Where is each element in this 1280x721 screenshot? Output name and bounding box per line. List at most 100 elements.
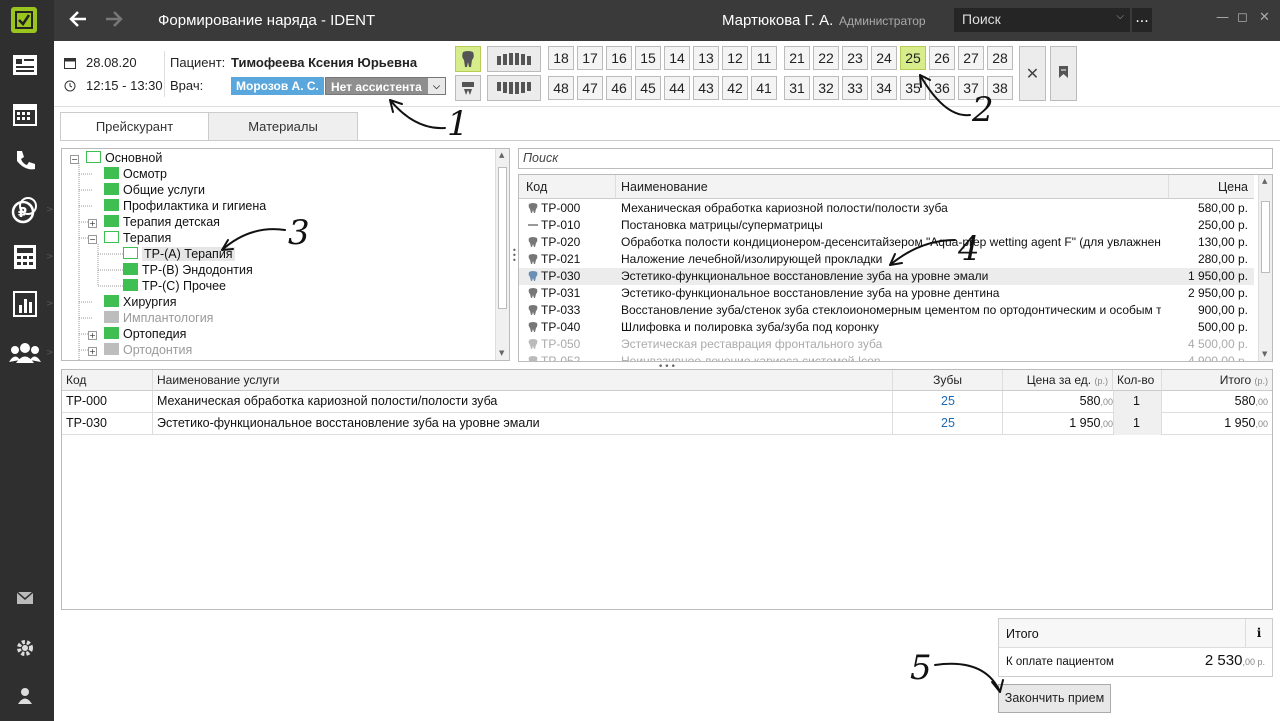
search-more-button[interactable]: ... (1132, 8, 1152, 32)
price-search-input[interactable]: Поиск (518, 148, 1273, 169)
table-row[interactable]: ТР-000 Механическая обработка кариозной п… (519, 200, 1254, 217)
nav-reports-icon[interactable]: > (8, 287, 54, 321)
tooth-17-button[interactable]: 17 (577, 46, 603, 70)
finish-visit-button[interactable]: Закончить прием (998, 684, 1111, 713)
table-row[interactable]: ТР-030 Эстетико-функциональное восстановл… (519, 268, 1254, 285)
lower-jaw-button[interactable] (487, 75, 541, 101)
tooth-46-button[interactable]: 46 (606, 76, 632, 100)
nav-calculator-icon[interactable]: > (8, 240, 54, 274)
collapse-icon[interactable]: − (70, 155, 79, 164)
tooth-18-button[interactable]: 18 (548, 46, 574, 70)
splitter-handle[interactable]: • • • (512, 247, 517, 266)
patient-name[interactable]: Тимофеева Ксения Юрьевна (231, 55, 417, 70)
tree-scrollbar[interactable]: ▲ ▼ (495, 149, 509, 360)
price-scrollbar[interactable]: ▲ ▼ (1258, 175, 1272, 361)
chevron-down-icon[interactable]: ⌵ (428, 78, 445, 94)
global-search-input[interactable]: Поиск ⌵ (954, 8, 1130, 32)
assistant-select[interactable]: Нет ассистента ⌵ (325, 77, 446, 95)
table-row[interactable]: ТР-033 Восстановление зуба/стенок зуба ст… (519, 302, 1254, 319)
tooth-12-button[interactable]: 12 (722, 46, 748, 70)
table-row[interactable]: ТР-040 Шлифовка и полировка зуба/зуба под… (519, 319, 1254, 336)
maximize-icon[interactable]: ◻ (1237, 10, 1248, 25)
tree-item[interactable]: Основной (86, 151, 162, 167)
tooth-45-button[interactable]: 45 (635, 76, 661, 100)
tooth-22-button[interactable]: 22 (813, 46, 839, 70)
chevron-down-icon[interactable]: ⌵ (1116, 11, 1124, 22)
tooth-13-button[interactable]: 13 (693, 46, 719, 70)
tooth-24-button[interactable]: 24 (871, 46, 897, 70)
tree-item[interactable]: Осмотр (104, 167, 167, 183)
bookmark-button[interactable] (1050, 46, 1077, 101)
app-logo-icon[interactable] (11, 7, 37, 33)
column-code[interactable]: Код (62, 370, 153, 391)
back-arrow-icon[interactable] (67, 8, 89, 33)
tooth-11-button[interactable]: 11 (751, 46, 777, 70)
tooth-28-button[interactable]: 28 (987, 46, 1013, 70)
table-row[interactable]: ТР-030 Эстетико-функциональное восстановл… (62, 413, 1272, 435)
collapse-icon[interactable]: − (88, 235, 97, 244)
table-row[interactable]: ТР-010 Постановка матрицы/суперматрицы 250… (519, 217, 1254, 234)
nav-document-icon[interactable] (8, 48, 42, 82)
tree-item[interactable]: Ортодонтия (104, 343, 192, 359)
tooth-23-button[interactable]: 23 (842, 46, 868, 70)
nav-settings-icon[interactable] (8, 631, 42, 665)
tree-item[interactable]: Имплантология (104, 311, 213, 327)
tooth-34-button[interactable]: 34 (871, 76, 897, 100)
column-unit-price[interactable]: Цена за ед. (р.) (1003, 370, 1113, 391)
tooth-43-button[interactable]: 43 (693, 76, 719, 100)
tooth-44-button[interactable]: 44 (664, 76, 690, 100)
minimize-icon[interactable]: — (1216, 10, 1229, 25)
tooth-15-button[interactable]: 15 (635, 46, 661, 70)
nav-payments-icon[interactable]: ₽ > (8, 193, 54, 227)
tooth-41-button[interactable]: 41 (751, 76, 777, 100)
single-tooth-mode-button[interactable] (455, 46, 481, 72)
nav-mail-icon[interactable] (8, 581, 42, 615)
table-row[interactable]: ТР-050 Эстетическая реставрация фронтальн… (519, 336, 1254, 353)
nav-calendar-icon[interactable] (8, 97, 42, 131)
tree-item[interactable]: Терапия детская (104, 215, 220, 231)
column-name[interactable]: Наименование (616, 175, 1169, 199)
tooth-25-button[interactable]: 25 (900, 46, 926, 70)
tooth-group-mode-button[interactable] (455, 75, 481, 101)
tree-item[interactable]: Ортопедия (104, 327, 186, 343)
expand-icon[interactable]: + (88, 347, 97, 356)
tooth-38-button[interactable]: 38 (987, 76, 1013, 100)
tooth-27-button[interactable]: 27 (958, 46, 984, 70)
clear-teeth-button[interactable]: ✕ (1019, 46, 1046, 101)
table-row[interactable]: ТР-021 Наложение лечебной/изолирующей про… (519, 251, 1254, 268)
tooth-14-button[interactable]: 14 (664, 46, 690, 70)
close-icon[interactable]: ✕ (1259, 10, 1270, 25)
tree-item[interactable]: Профилактика и гигиена (104, 199, 266, 215)
column-total[interactable]: Итого (р.) (1162, 370, 1272, 391)
tab-price-list[interactable]: Прейскурант (60, 112, 209, 141)
tooth-21-button[interactable]: 21 (784, 46, 810, 70)
tree-item[interactable]: Хирургия (104, 295, 177, 311)
tooth-31-button[interactable]: 31 (784, 76, 810, 100)
expand-icon[interactable]: + (88, 219, 97, 228)
column-teeth[interactable]: Зубы (893, 370, 1003, 391)
tooth-33-button[interactable]: 33 (842, 76, 868, 100)
column-code[interactable]: Код (519, 175, 616, 199)
nav-phone-icon[interactable] (8, 144, 42, 178)
table-row[interactable]: ТР-052 Неинвазивное лечение кариеса систе… (519, 353, 1254, 361)
table-row[interactable]: ТР-020 Обработка полости кондиционером-де… (519, 234, 1254, 251)
doctor-select[interactable]: Морозов А. С. (231, 77, 324, 95)
tooth-37-button[interactable]: 37 (958, 76, 984, 100)
column-price[interactable]: Цена (1169, 175, 1254, 199)
tooth-36-button[interactable]: 36 (929, 76, 955, 100)
info-icon[interactable]: i (1245, 619, 1272, 648)
nav-profile-icon[interactable] (8, 679, 42, 713)
tooth-26-button[interactable]: 26 (929, 46, 955, 70)
tree-item[interactable]: ТР-(А) Терапия (123, 247, 235, 263)
tooth-35-button[interactable]: 35 (900, 76, 926, 100)
tree-item[interactable]: ТР-(С) Прочее (123, 279, 226, 295)
column-quantity[interactable]: Кол-во (1113, 370, 1162, 391)
column-service-name[interactable]: Наименование услуги (153, 370, 893, 391)
table-row[interactable]: ТР-031 Эстетико-функциональное восстановл… (519, 285, 1254, 302)
tooth-32-button[interactable]: 32 (813, 76, 839, 100)
table-row[interactable]: ТР-000 Механическая обработка кариозной п… (62, 391, 1272, 413)
current-user-name[interactable]: Мартюкова Г. А. (722, 12, 833, 29)
tooth-48-button[interactable]: 48 (548, 76, 574, 100)
nav-users-icon[interactable]: > (8, 336, 54, 370)
tree-item[interactable]: Общие услуги (104, 183, 205, 199)
